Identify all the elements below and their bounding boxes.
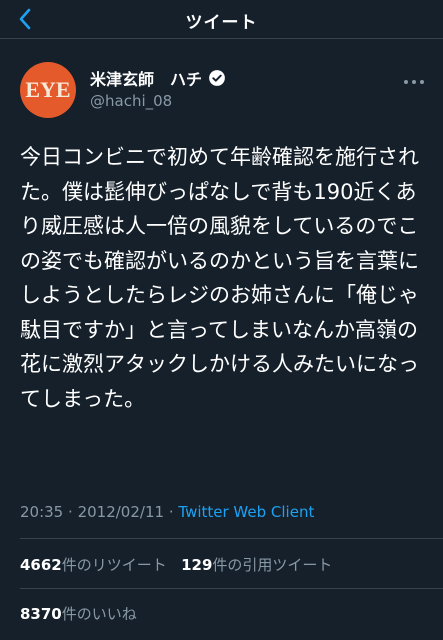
likes-label: 件のいいね bbox=[61, 605, 137, 623]
author-display-name[interactable]: 米津玄師 ハチ bbox=[90, 66, 202, 90]
divider bbox=[20, 538, 443, 539]
retweets-label: 件のリツイート bbox=[61, 556, 167, 574]
top-navigation-bar: ツイート bbox=[0, 0, 443, 39]
more-dots-icon bbox=[404, 80, 424, 84]
meta-separator: · bbox=[68, 503, 73, 521]
likes-stat[interactable]: 8370件のいいね bbox=[20, 605, 137, 623]
quotes-count: 129 bbox=[181, 556, 213, 574]
tweet-body-text: 今日コンビニで初めて年齢確認を施行された。僕は髭伸びっぱなしで背も190近くあり… bbox=[20, 145, 419, 411]
author-handle[interactable]: @hachi_08 bbox=[90, 92, 172, 110]
retweets-stat[interactable]: 4662件のリツイート bbox=[20, 556, 167, 574]
meta-separator: · bbox=[168, 503, 174, 521]
tweet-metadata: 20:35 · 2012/02/11 · Twitter Web Client bbox=[20, 503, 314, 521]
quotes-label: 件の引用ツイート bbox=[212, 556, 333, 574]
avatar-logo-text: EYE bbox=[25, 77, 71, 102]
more-options-button[interactable] bbox=[403, 66, 425, 90]
retweet-quote-stats: 4662件のリツイート 129件の引用ツイート bbox=[20, 554, 332, 575]
tweet-detail-page: ツイート EYE 米津玄師 ハチ @hachi_08 今日コンビニで初めて年齢確… bbox=[0, 0, 443, 640]
tweet-date: 2012/02/11 bbox=[77, 503, 165, 521]
page-title: ツイート bbox=[185, 13, 258, 33]
tweet-client-link[interactable]: Twitter Web Client bbox=[178, 503, 314, 521]
divider bbox=[20, 588, 443, 589]
likes-count: 8370 bbox=[20, 605, 62, 623]
tweet-time: 20:35 bbox=[20, 503, 64, 521]
author-name-row[interactable]: 米津玄師 ハチ bbox=[90, 66, 226, 90]
quotes-stat[interactable]: 129件の引用ツイート bbox=[181, 556, 332, 574]
retweets-count: 4662 bbox=[20, 556, 62, 574]
verified-badge-icon bbox=[209, 70, 225, 86]
likes-stats: 8370件のいいね bbox=[20, 603, 137, 624]
avatar[interactable]: EYE bbox=[20, 62, 76, 118]
